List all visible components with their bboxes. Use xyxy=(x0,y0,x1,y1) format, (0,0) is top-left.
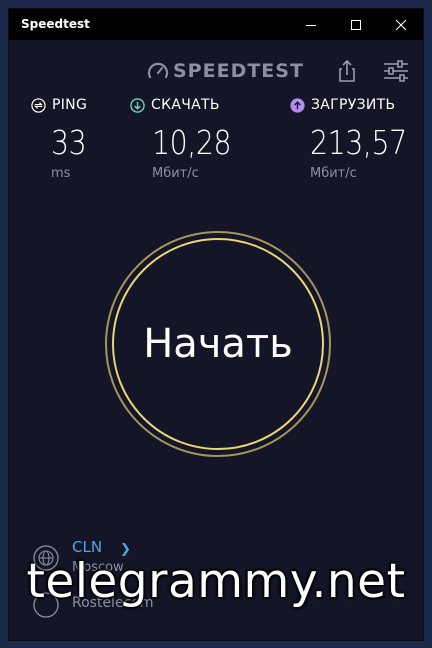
ping-unit: ms xyxy=(51,166,71,181)
window-title: Speedtest xyxy=(21,17,90,31)
upload-value: 213,57 xyxy=(310,123,407,162)
maximize-button[interactable] xyxy=(333,9,378,40)
download-unit: Мбит/с xyxy=(152,166,199,181)
share-icon xyxy=(339,59,355,82)
close-button[interactable] xyxy=(378,9,423,40)
settings-button[interactable] xyxy=(381,57,411,85)
brand-name: SPEEDTEST xyxy=(173,60,304,82)
ping-value: 33 xyxy=(51,123,87,162)
title-bar[interactable]: Speedtest xyxy=(9,9,423,40)
go-button[interactable]: Начать xyxy=(112,238,324,450)
minimize-icon xyxy=(305,24,316,26)
app-header: SPEEDTEST xyxy=(9,53,423,89)
maximize-icon xyxy=(350,19,361,30)
upload-icon xyxy=(290,97,305,113)
speedtest-logo: SPEEDTEST xyxy=(147,59,304,83)
upload-unit: Мбит/с xyxy=(310,166,357,181)
upload-metric: ЗАГРУЗИТЬ 213,57 Мбит/с xyxy=(290,95,422,195)
ping-icon xyxy=(31,97,46,113)
download-icon xyxy=(130,97,145,113)
download-metric: СКАЧАТЬ 10,28 Мбит/с xyxy=(130,95,244,195)
minimize-button[interactable] xyxy=(288,9,333,40)
download-value: 10,28 xyxy=(152,123,232,162)
ping-metric: PING 33 ms xyxy=(31,95,92,195)
ping-label: PING xyxy=(52,97,88,113)
watermark: telegrammy.net xyxy=(26,554,406,609)
close-icon xyxy=(395,19,406,30)
sliders-icon xyxy=(384,60,408,82)
upload-label: ЗАГРУЗИТЬ xyxy=(311,97,396,113)
speedtest-window: Speedtest SPEEDTEST PING 33 ms СКАЧАТЬ 1… xyxy=(9,9,423,640)
gauge-icon xyxy=(147,62,169,79)
download-label: СКАЧАТЬ xyxy=(151,97,220,113)
share-button[interactable] xyxy=(333,57,361,85)
go-button-label: Начать xyxy=(143,321,293,367)
